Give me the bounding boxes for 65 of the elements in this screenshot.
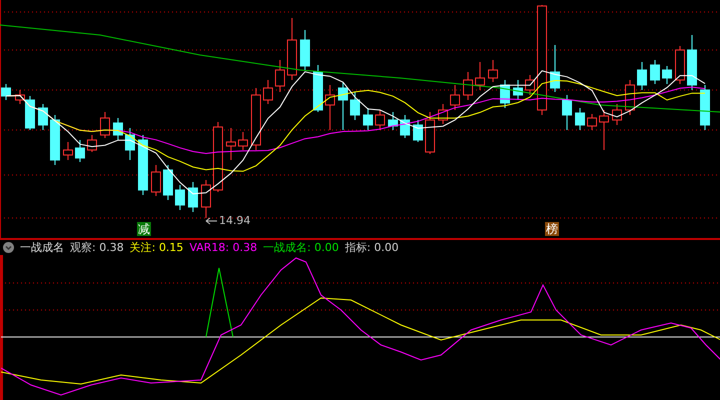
candlestick <box>50 114 60 166</box>
candlestick <box>100 112 110 138</box>
candlestick <box>1 84 11 100</box>
candlestick <box>599 110 609 150</box>
candlestick <box>438 104 448 124</box>
low-price-label: 14.94 <box>219 214 250 227</box>
candlestick <box>87 134 97 152</box>
chevron-down-icon[interactable] <box>3 242 14 253</box>
candlestick <box>151 164 161 196</box>
candlestick <box>687 34 697 90</box>
candlestick <box>425 112 435 154</box>
candlestick <box>325 84 335 130</box>
candlestick <box>63 142 73 160</box>
candlestick <box>450 84 460 110</box>
candlestick <box>525 74 535 96</box>
candlestick <box>388 112 398 130</box>
indicator-value: 关注: 0.15 <box>130 240 184 255</box>
candlestick <box>375 110 385 130</box>
candlestick <box>550 44 560 92</box>
candlestick <box>275 60 285 92</box>
candlestick <box>175 184 185 210</box>
candlestick <box>475 62 485 90</box>
candlestick <box>500 80 510 108</box>
indicator-value: VAR18: 0.38 <box>189 241 258 254</box>
candlestick <box>287 18 297 80</box>
candlestick <box>188 182 198 212</box>
candlestick <box>251 88 261 150</box>
candlestick <box>650 60 660 84</box>
indicator-value: 观察: 0.38 <box>70 240 124 255</box>
candlestick <box>513 80 523 100</box>
candlestick <box>413 120 423 142</box>
candlestick <box>700 84 710 130</box>
candlestick <box>113 118 123 140</box>
candlestick <box>125 128 135 160</box>
candlestick <box>637 62 647 90</box>
candlestick <box>662 66 672 84</box>
candlestick <box>488 60 498 82</box>
candlestick <box>612 104 622 126</box>
arrow-icon <box>206 218 218 224</box>
candlestick <box>75 140 85 162</box>
candlestick <box>562 94 572 130</box>
candlestick <box>350 92 360 120</box>
indicator-name: 一战成名 <box>20 240 64 255</box>
candlestick <box>575 108 585 130</box>
candlestick <box>338 82 348 130</box>
signal-marker: 减 <box>137 222 151 236</box>
indicator-value: 指标: 0.00 <box>344 240 399 255</box>
candlestick <box>138 134 148 196</box>
candlestick <box>238 132 248 150</box>
candlestick <box>675 46 685 84</box>
candlestick <box>313 64 323 112</box>
indicator-value: 一战成名: 0.00 <box>263 240 339 255</box>
candlestick <box>400 114 410 138</box>
candlestick <box>363 108 373 130</box>
candlestick <box>38 104 48 130</box>
candlestick <box>463 72 473 100</box>
candlestick <box>201 180 211 218</box>
candlestick <box>300 30 310 70</box>
candlestick <box>226 128 236 160</box>
candlestick <box>263 80 273 104</box>
signal-marker: 榜 <box>545 222 559 236</box>
candlestick <box>213 122 223 192</box>
candlestick <box>163 164 173 200</box>
candlestick <box>587 114 597 130</box>
candlestick <box>625 80 635 116</box>
